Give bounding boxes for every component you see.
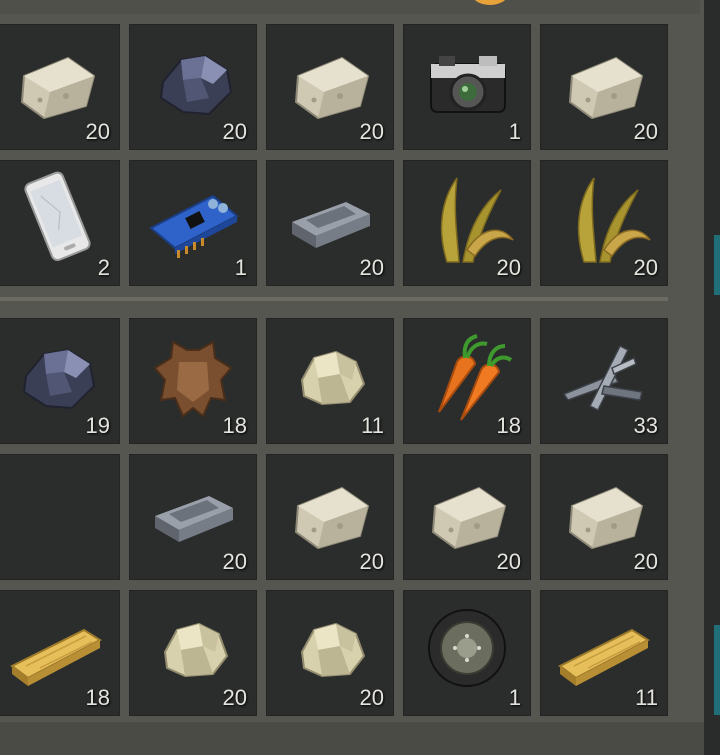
item-quantity: 18 [496, 413, 521, 438]
carrot-icon [438, 334, 513, 421]
inventory-slot[interactable]: 18 [129, 318, 257, 444]
camera-icon [430, 56, 506, 113]
item-quantity: 20 [359, 549, 384, 574]
inventory-slot[interactable]: 1 [129, 160, 257, 286]
accent-marker [714, 625, 720, 715]
stone-block-icon [568, 486, 644, 550]
item-quantity: 20 [633, 119, 658, 144]
wooden-plank-icon [10, 628, 103, 686]
rock-icon [300, 622, 366, 678]
item-quantity: 1 [508, 685, 521, 710]
coal-ore-icon [159, 54, 233, 116]
accent-marker [714, 235, 720, 295]
item-quantity: 2 [97, 255, 110, 280]
animal-hide-icon [153, 340, 233, 418]
inventory-slot[interactable]: 20 [129, 454, 257, 580]
inventory-slot[interactable]: 20 [266, 454, 394, 580]
inventory-slot[interactable]: 11 [540, 590, 668, 716]
item-quantity: 20 [633, 549, 658, 574]
item-quantity: 20 [359, 685, 384, 710]
stone-block-icon [294, 486, 370, 550]
inventory-slot[interactable]: 20 [266, 590, 394, 716]
stone-block-icon [20, 56, 96, 120]
item-quantity: 19 [85, 413, 110, 438]
item-quantity: 18 [85, 685, 110, 710]
item-quantity: 11 [361, 413, 384, 438]
rock-icon [300, 350, 366, 406]
item-quantity: 20 [222, 549, 247, 574]
inventory-slot[interactable]: 19 [0, 318, 120, 444]
iron-ingot-icon [292, 202, 370, 248]
inventory-slot[interactable]: 20 [540, 24, 668, 150]
item-quantity: 33 [633, 413, 658, 438]
item-quantity: 11 [635, 685, 658, 710]
item-quantity: 20 [359, 255, 384, 280]
inventory-slot[interactable]: 20 [540, 454, 668, 580]
section-divider [0, 297, 668, 301]
inventory-slot[interactable]: 20 [266, 160, 394, 286]
inventory-slot[interactable]: 20 [129, 590, 257, 716]
inventory-slot[interactable]: 18 [0, 590, 120, 716]
inventory-slot[interactable]: 20 [129, 24, 257, 150]
circuit-board-icon [149, 194, 239, 258]
coal-ore-icon [22, 348, 96, 410]
bottom-bar [0, 722, 704, 755]
inventory-slot[interactable]: 20 [403, 160, 531, 286]
item-quantity: 20 [496, 255, 521, 280]
item-quantity: 1 [234, 255, 247, 280]
stone-block-icon [294, 56, 370, 120]
inventory-slot[interactable]: 2 [0, 160, 120, 286]
plant-fiber-icon [440, 177, 514, 263]
item-quantity: 1 [508, 119, 521, 144]
item-quantity: 20 [633, 255, 658, 280]
inventory-slot[interactable]: 20 [266, 24, 394, 150]
inventory-slot[interactable] [0, 454, 120, 580]
inventory-slot[interactable]: 18 [403, 318, 531, 444]
inventory-slot[interactable]: 20 [540, 160, 668, 286]
iron-ingot-icon [155, 496, 233, 542]
item-quantity: 20 [85, 119, 110, 144]
wheel-icon [428, 609, 506, 687]
item-quantity: 20 [496, 549, 521, 574]
smartphone-icon [24, 171, 91, 262]
item-quantity: 20 [222, 685, 247, 710]
item-quantity: 18 [222, 413, 247, 438]
stone-block-icon [568, 56, 644, 120]
inventory-slot[interactable]: 11 [266, 318, 394, 444]
inventory-slot[interactable]: 20 [403, 454, 531, 580]
inventory-slot[interactable]: 20 [0, 24, 120, 150]
item-quantity: 20 [222, 119, 247, 144]
wooden-plank-icon [558, 628, 651, 686]
rock-icon [163, 622, 229, 678]
scrap-metal-icon [562, 344, 643, 412]
inventory-slot[interactable]: 33 [540, 318, 668, 444]
item-quantity: 20 [359, 119, 384, 144]
top-bar [0, 0, 700, 14]
plant-fiber-icon [577, 177, 651, 263]
stone-block-icon [431, 486, 507, 550]
inventory-slot[interactable]: 1 [403, 590, 531, 716]
inventory-slot[interactable]: 1 [403, 24, 531, 150]
partial-item-icon [474, 0, 506, 5]
